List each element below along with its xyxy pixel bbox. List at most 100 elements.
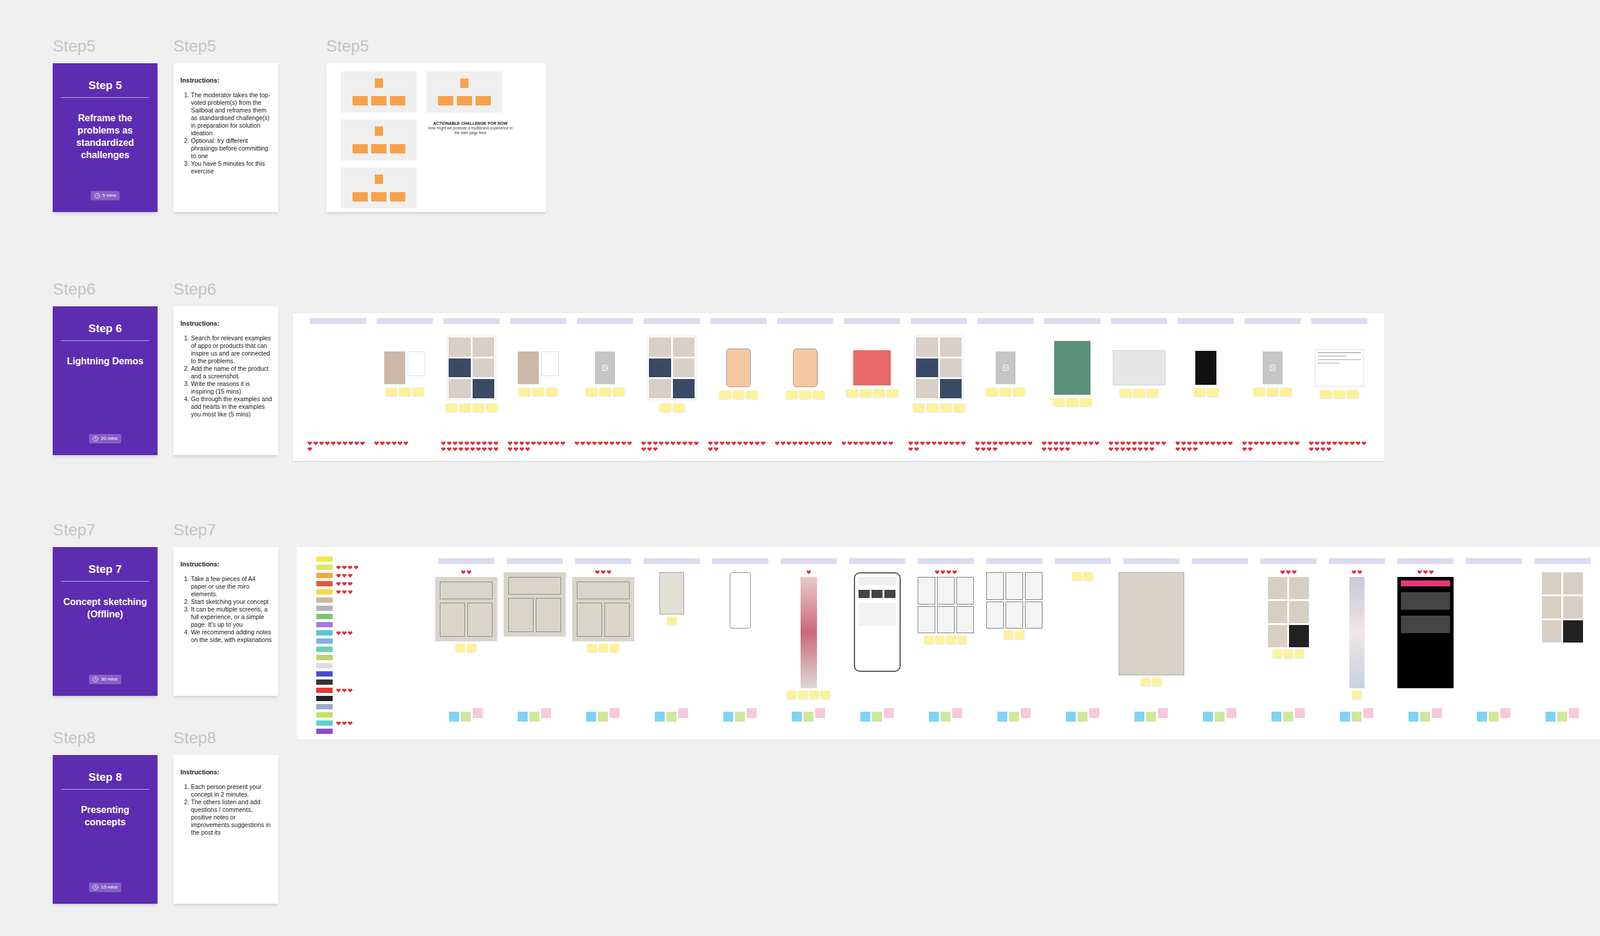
sticky-note[interactable] — [449, 711, 460, 722]
sticky-note[interactable] — [820, 690, 830, 699]
sticky-note[interactable] — [672, 403, 685, 412]
sticky-note[interactable] — [940, 711, 951, 722]
sticky-note[interactable] — [1133, 388, 1145, 398]
sticky-note[interactable] — [913, 403, 925, 412]
sticky-note[interactable] — [445, 403, 458, 412]
sticky-note[interactable] — [1134, 711, 1145, 722]
sticky-note[interactable] — [809, 690, 819, 699]
sticky-note[interactable] — [609, 643, 620, 652]
sticky-note[interactable] — [886, 388, 899, 398]
sticky-note[interactable] — [935, 635, 945, 644]
sticky-note[interactable] — [1003, 630, 1014, 639]
screen-strip[interactable] — [1349, 576, 1365, 689]
sticky-note[interactable] — [599, 387, 611, 396]
image-placeholder[interactable] — [595, 351, 615, 385]
sticky-note[interactable] — [472, 708, 483, 719]
sticky-note[interactable] — [1294, 708, 1305, 719]
sticky-note[interactable] — [518, 387, 531, 396]
sticky-note[interactable] — [412, 387, 425, 396]
sticky-note[interactable] — [586, 711, 597, 722]
screenshot[interactable] — [384, 351, 426, 385]
sticky-note[interactable] — [1557, 711, 1568, 722]
challenge-group[interactable] — [340, 71, 417, 113]
step-card[interactable]: Step 7Concept sketching (Offline)30 mins — [52, 546, 158, 696]
screenshot[interactable] — [726, 348, 751, 388]
lightning-demos-board[interactable] — [292, 313, 1385, 461]
sticky-note[interactable] — [1320, 390, 1332, 399]
sketch[interactable] — [435, 576, 498, 642]
instruction-card[interactable]: Instructions:Take a few pieces of A4 pap… — [173, 546, 279, 696]
sticky-note[interactable] — [1346, 390, 1359, 399]
sticky-note[interactable] — [1339, 711, 1350, 722]
wireframes[interactable] — [917, 576, 974, 634]
screenshot[interactable] — [1112, 350, 1166, 386]
sticky-note[interactable] — [785, 390, 798, 399]
sticky-note[interactable] — [1363, 708, 1374, 719]
sticky-note[interactable] — [734, 711, 745, 722]
sticky-note[interactable] — [459, 403, 471, 412]
instruction-card[interactable]: Instructions:The moderator takes the top… — [173, 63, 279, 213]
sticky-note[interactable] — [1266, 387, 1279, 396]
image-placeholder[interactable] — [995, 351, 1016, 385]
sticky-note[interactable] — [957, 635, 967, 644]
sticky-note[interactable] — [859, 388, 872, 398]
sticky-note[interactable] — [732, 390, 745, 399]
sticky-note[interactable] — [466, 643, 477, 652]
concept-sketch-board[interactable] — [296, 546, 1600, 740]
sticky-note[interactable] — [1271, 711, 1282, 722]
sticky-note[interactable] — [1294, 649, 1305, 658]
sketch[interactable] — [659, 572, 685, 615]
sticky-note[interactable] — [1202, 711, 1213, 722]
screenshot[interactable] — [517, 351, 559, 385]
sticky-note[interactable] — [1014, 630, 1025, 639]
sticky-note[interactable] — [815, 708, 826, 719]
photo-grid[interactable] — [1267, 576, 1309, 648]
sketch[interactable] — [503, 572, 566, 637]
sticky-note[interactable] — [924, 635, 934, 644]
screenshot[interactable] — [1195, 350, 1217, 385]
sticky-note[interactable] — [1214, 711, 1225, 722]
sticky-note[interactable] — [1079, 398, 1092, 407]
sticky-note[interactable] — [1488, 711, 1499, 722]
sketch[interactable] — [572, 576, 635, 642]
sticky-note[interactable] — [398, 387, 411, 396]
challenge-board[interactable]: ACTIONABLE CHALLENGE FOR NOWHow might we… — [326, 63, 547, 213]
sticky-note[interactable] — [1272, 649, 1282, 658]
sticky-note[interactable] — [1280, 387, 1292, 396]
instruction-card[interactable]: Instructions:Search for relevant example… — [173, 306, 279, 456]
sticky-note[interactable] — [1500, 708, 1511, 719]
sticky-note[interactable] — [587, 643, 597, 652]
sticky-note[interactable] — [787, 690, 797, 699]
sticky-note[interactable] — [1283, 649, 1294, 658]
sticky-note[interactable] — [799, 390, 812, 399]
sticky-note[interactable] — [1053, 398, 1065, 407]
sticky-note[interactable] — [1226, 708, 1237, 719]
sticky-note[interactable] — [1253, 387, 1266, 396]
photo-grid[interactable] — [1542, 572, 1584, 643]
instruction-card[interactable]: Instructions:Each person present your co… — [173, 754, 279, 904]
sticky-note[interactable] — [1146, 711, 1157, 722]
sticky-note[interactable] — [1066, 398, 1079, 407]
sticky-note[interactable] — [746, 390, 758, 399]
sticky-note[interactable] — [1351, 711, 1362, 722]
sticky-note[interactable] — [846, 388, 858, 398]
sticky-note[interactable] — [946, 635, 956, 644]
sticky-note[interactable] — [926, 403, 939, 412]
blurred-screens[interactable] — [800, 576, 817, 689]
sticky-note[interactable] — [1065, 711, 1076, 722]
sticky-note[interactable] — [1140, 677, 1151, 686]
sticky-note[interactable] — [598, 643, 608, 652]
sticky-note[interactable] — [1193, 388, 1206, 397]
sticky-note[interactable] — [860, 711, 871, 722]
sticky-note[interactable] — [455, 643, 466, 652]
sticky-note[interactable] — [1568, 708, 1579, 719]
phone-mockup[interactable] — [853, 572, 901, 672]
sticky-note[interactable] — [609, 708, 620, 719]
sticky-note[interactable] — [472, 403, 485, 412]
sticky-note[interactable] — [1146, 388, 1159, 398]
sticky-note[interactable] — [659, 403, 672, 412]
sticky-note[interactable] — [1545, 711, 1556, 722]
sticky-note[interactable] — [872, 711, 882, 722]
sticky-note[interactable] — [1009, 711, 1020, 722]
sticky-note[interactable] — [597, 711, 608, 722]
